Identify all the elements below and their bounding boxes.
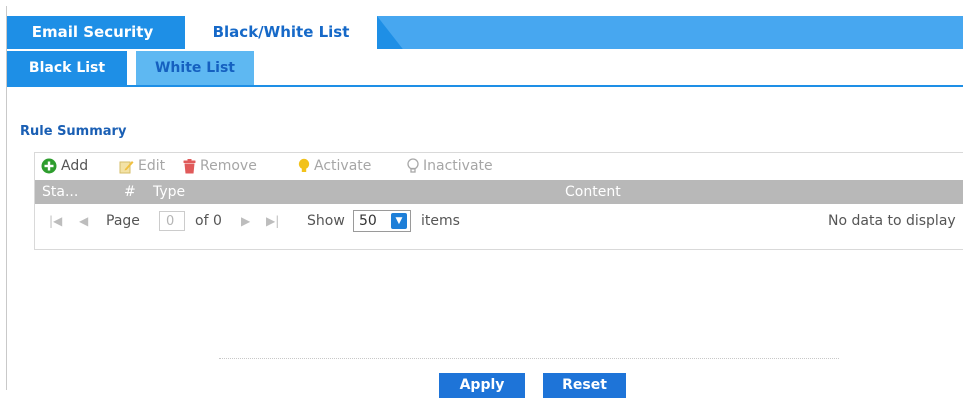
subtab-black-list[interactable]: Black List	[7, 51, 127, 85]
activate-label: Activate	[314, 158, 372, 174]
divider	[219, 358, 839, 359]
edit-label: Edit	[138, 158, 166, 174]
config-panel: Email Security Black/White List Black Li…	[6, 6, 963, 398]
empty-message: No data to display	[828, 213, 956, 229]
add-label: Add	[61, 158, 89, 174]
show-label: Show	[307, 213, 345, 229]
inactivate-label: Inactivate	[423, 158, 493, 174]
column-header-content[interactable]: Content	[565, 180, 621, 204]
next-page-icon[interactable]: ▶	[241, 206, 250, 236]
trash-icon	[183, 158, 196, 174]
sub-tab-bar: Black List White List	[7, 51, 963, 87]
lightbulb-off-icon	[407, 158, 419, 174]
top-tab-bar: Email Security Black/White List	[7, 16, 963, 49]
activate-button[interactable]: Activate	[298, 153, 371, 179]
add-icon	[41, 158, 57, 174]
first-page-icon[interactable]: |◀	[49, 206, 62, 236]
column-header-number[interactable]: #	[124, 180, 136, 204]
reset-button[interactable]: Reset	[543, 373, 626, 398]
prev-page-icon[interactable]: ◀	[79, 206, 88, 236]
section-title-rule-summary: Rule Summary	[20, 124, 127, 139]
subtab-white-list[interactable]: White List	[136, 51, 254, 85]
remove-button[interactable]: Remove	[183, 153, 257, 179]
last-page-icon[interactable]: ▶|	[266, 206, 279, 236]
tab-black-white-list[interactable]: Black/White List	[185, 16, 377, 49]
column-header-type[interactable]: Type	[153, 180, 185, 204]
page-size-select[interactable]: 50 ▼	[353, 210, 411, 232]
apply-button[interactable]: Apply	[439, 373, 525, 398]
inactivate-button[interactable]: Inactivate	[407, 153, 493, 179]
remove-label: Remove	[200, 158, 257, 174]
table-header: Sta... # Type Content	[35, 180, 963, 204]
grid-toolbar: Add Edit Remove Activate Inactivate	[35, 153, 963, 179]
tab-bar-decoration	[377, 16, 963, 49]
page-size-value: 50	[359, 213, 377, 229]
items-label: items	[421, 213, 460, 229]
column-header-status[interactable]: Sta...	[42, 180, 78, 204]
page-count-label: of 0	[195, 213, 222, 229]
chevron-down-icon: ▼	[391, 213, 407, 229]
edit-button[interactable]: Edit	[119, 153, 165, 179]
page-label: Page	[106, 213, 140, 229]
tab-email-security[interactable]: Email Security	[7, 16, 178, 49]
edit-icon	[119, 159, 134, 174]
lightbulb-on-icon	[298, 158, 310, 174]
add-button[interactable]: Add	[41, 153, 88, 179]
rule-summary-grid: Add Edit Remove Activate Inactivate Sta.…	[34, 152, 963, 250]
pagination-bar: |◀ ◀ Page 0 of 0 ▶ ▶| Show 50 ▼ items No…	[35, 206, 963, 236]
page-number-input[interactable]: 0	[159, 211, 185, 231]
